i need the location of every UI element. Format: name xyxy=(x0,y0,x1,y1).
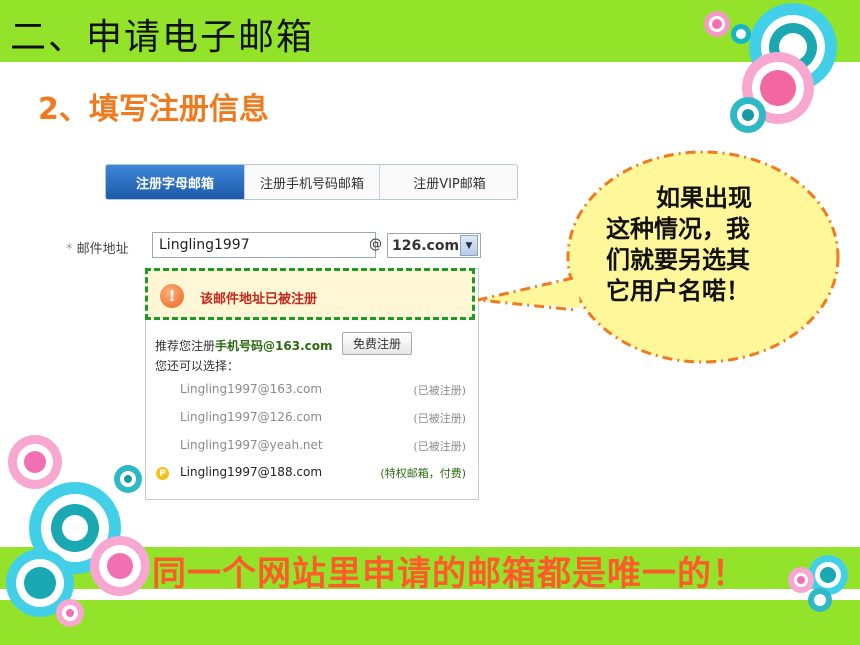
warning-box: ! 该邮件地址已被注册 xyxy=(145,268,475,320)
option-status: (已被注册) xyxy=(413,440,466,453)
option-status: (已被注册) xyxy=(413,384,466,397)
warning-icon: ! xyxy=(160,284,184,308)
option-row[interactable]: Lingling1997@126.com (已被注册) xyxy=(150,410,466,430)
email-label: * 邮件地址 xyxy=(66,238,129,257)
option-row-vip[interactable]: P Lingling1997@188.com (特权邮箱，付费) xyxy=(150,465,466,485)
tab-letter-mailbox[interactable]: 注册字母邮箱 xyxy=(106,165,245,199)
callout-line: 们就要另选其 xyxy=(606,246,750,274)
callout-line: 这种情况，我 xyxy=(606,215,750,243)
callout-line: 它用户名喏！ xyxy=(606,277,750,305)
option-status: (特权邮箱，付费) xyxy=(380,467,466,480)
option-address: Lingling1997@163.com xyxy=(180,382,323,396)
email-label-text: 邮件地址 xyxy=(76,242,129,257)
recommend-bold: 手机号码 xyxy=(215,339,264,353)
choose-label: 您还可以选择： xyxy=(155,359,240,373)
vip-coin-icon: P xyxy=(156,467,169,480)
required-mark: * xyxy=(66,242,73,257)
bottom-note: 同一个网站里申请的邮箱都是唯一的！ xyxy=(152,554,747,594)
section-subtitle: 2、填写注册信息 xyxy=(38,92,269,127)
recommend-text: 推荐您注册手机号码@163.com xyxy=(155,337,333,354)
email-input[interactable]: Lingling1997 xyxy=(152,232,376,258)
option-row[interactable]: Lingling1997@yeah.net (已被注册) xyxy=(150,438,466,458)
option-row[interactable]: Lingling1997@163.com (已被注册) xyxy=(150,382,466,402)
callout-line: 如果出现 xyxy=(656,184,752,212)
callout-text: 如果出现 这种情况，我 们就要另选其 它用户名喏！ xyxy=(606,183,796,307)
option-address: Lingling1997@126.com xyxy=(180,410,323,424)
domain-select[interactable]: 126.com ▼ xyxy=(387,233,481,258)
recommend-suffix: @163.com xyxy=(263,339,333,353)
recommend-prefix: 推荐您注册 xyxy=(155,339,216,353)
warning-text: 该邮件地址已被注册 xyxy=(200,292,318,307)
free-register-button[interactable]: 免费注册 xyxy=(342,332,412,355)
option-status: (已被注册) xyxy=(413,412,466,425)
option-address: Lingling1997@yeah.net xyxy=(180,438,323,452)
at-sign: @ xyxy=(369,237,382,252)
domain-selected-value: 126.com xyxy=(392,237,460,254)
slide-title: 二、申请电子邮箱 xyxy=(10,17,315,58)
tab-phone-mailbox[interactable]: 注册手机号码邮箱 xyxy=(245,165,380,199)
option-address: Lingling1997@188.com xyxy=(180,465,323,479)
registration-tabs: 注册字母邮箱 注册手机号码邮箱 注册VIP邮箱 xyxy=(105,164,518,200)
